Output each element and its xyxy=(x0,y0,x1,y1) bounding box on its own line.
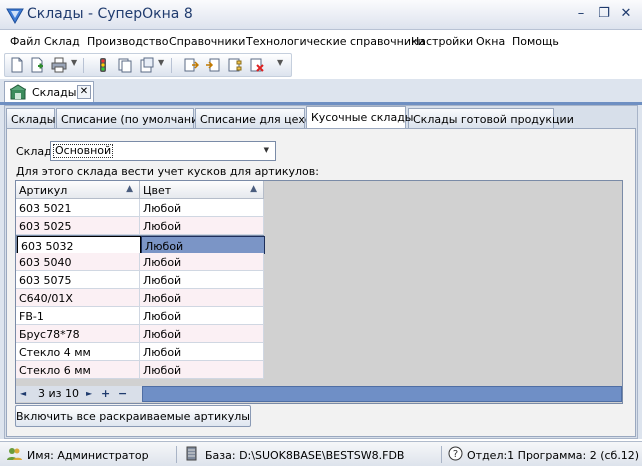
grid-navigator: ◄ 3 из 10 ► + − xyxy=(16,386,142,402)
cell-color[interactable]: Любой xyxy=(140,289,264,307)
table-row[interactable]: Стекло 4 мм Любой xyxy=(16,343,264,361)
new-document-add-icon[interactable] xyxy=(29,57,45,73)
close-window-button[interactable]: ✕ xyxy=(619,7,633,20)
svg-text:?: ? xyxy=(453,449,458,460)
prev-record-icon[interactable]: ◄ xyxy=(20,389,26,398)
tab-piece-warehouses[interactable]: Кусочные склады xyxy=(306,106,414,128)
column-header-color[interactable]: Цвет ▲ xyxy=(140,181,264,199)
table-row[interactable]: С640/01Х Любой xyxy=(16,289,264,307)
cell-color[interactable]: Любой xyxy=(140,217,264,235)
include-all-articles-button[interactable]: Включить все раскраиваемые артикулы xyxy=(15,405,251,427)
document-tab-warehouses[interactable]: Склады ✕ xyxy=(4,81,94,102)
cell-article[interactable]: 603 5040 xyxy=(16,253,140,271)
copy-icon[interactable] xyxy=(117,57,133,73)
cell-article[interactable]: Брус78*78 xyxy=(16,325,140,343)
record-position: 3 из 10 xyxy=(38,387,79,400)
articles-grid: Артикул ▲ Цвет ▲ 603 5021 Любой 603 5025 Лю… xyxy=(15,180,623,404)
cell-article[interactable]: 603 5025 xyxy=(16,217,140,235)
document-tree-icon[interactable] xyxy=(227,57,243,73)
table-row[interactable]: 603 5075 Любой xyxy=(16,271,264,289)
cell-color[interactable]: Любой xyxy=(140,343,264,361)
sort-asc-icon: ▲ xyxy=(126,184,133,194)
column-header-article[interactable]: Артикул ▲ xyxy=(16,181,140,199)
articles-note: Для этого склада вести учет кусков для а… xyxy=(16,165,319,178)
menu-warehouse[interactable]: Склад xyxy=(44,35,80,48)
cell-color[interactable]: Любой xyxy=(140,361,264,379)
table-row[interactable]: Стекло 6 мм Любой xyxy=(16,361,264,379)
cell-color[interactable]: Любой xyxy=(140,307,264,325)
menu-help[interactable]: Помощь xyxy=(512,35,559,48)
status-user: Имя: Администратор xyxy=(27,449,149,462)
warehouse-label: Склад xyxy=(16,145,52,158)
cell-article[interactable]: Стекло 4 мм xyxy=(16,343,140,361)
menu-tech-references[interactable]: Технологические справочники xyxy=(246,35,425,48)
warehouse-select[interactable]: Основной ▼ xyxy=(50,141,276,161)
sort-asc-icon: ▲ xyxy=(250,184,257,194)
remove-record-icon[interactable]: − xyxy=(118,387,127,400)
database-icon xyxy=(186,446,197,461)
status-bar: Имя: Администратор База: D:\SUOK8BASE\BE… xyxy=(0,441,642,466)
status-database: База: D:\SUOK8BASE\BESTSW8.FDB xyxy=(205,449,405,462)
cell-color[interactable]: Любой xyxy=(140,199,264,217)
table-row[interactable]: FB-1 Любой xyxy=(16,307,264,325)
app-logo-icon xyxy=(6,8,24,25)
column-header-label: Цвет xyxy=(143,184,172,197)
menu-bar: Файл Склад Производство Справочники Техн… xyxy=(0,31,642,53)
document-export-icon[interactable] xyxy=(183,57,200,73)
print-dropdown-icon[interactable]: ▼ xyxy=(71,58,77,67)
print-icon[interactable] xyxy=(51,57,67,73)
restore-button[interactable]: ❐ xyxy=(597,7,611,20)
tab-writeoff-default[interactable]: Списание (по умолчанию) xyxy=(56,108,212,128)
cell-article[interactable]: 603 5021 xyxy=(16,199,140,217)
document-tab-label: Склады xyxy=(32,86,77,99)
cell-color[interactable]: Любой xyxy=(140,253,264,271)
cell-article[interactable]: С640/01Х xyxy=(16,289,140,307)
warehouse-select-value: Основной xyxy=(53,144,114,158)
document-delete-icon[interactable] xyxy=(249,57,265,73)
pages-dropdown-icon[interactable]: ▼ xyxy=(158,58,164,67)
cell-article[interactable]: 603 5075 xyxy=(16,271,140,289)
toolbar-overflow-icon[interactable]: ▼ xyxy=(277,58,283,67)
column-header-label: Артикул xyxy=(19,184,68,197)
tab-finished-goods-warehouses[interactable]: Склады готовой продукции xyxy=(408,108,574,128)
traffic-light-icon[interactable] xyxy=(95,57,111,73)
add-record-icon[interactable]: + xyxy=(101,387,110,400)
menu-windows[interactable]: Окна xyxy=(476,35,505,48)
table-row[interactable]: 603 5021 Любой xyxy=(16,199,264,217)
menu-production[interactable]: Производство xyxy=(87,35,168,48)
status-info: Отдел:1 Программа: 2 (сб.12) xyxy=(467,449,640,462)
table-row[interactable]: 603 5025 Любой xyxy=(16,217,264,235)
next-record-icon[interactable]: ► xyxy=(86,389,92,398)
toolbar: ▼ ▼ ▼ xyxy=(4,53,292,77)
tab-warehouses[interactable]: Склады xyxy=(6,108,55,128)
menu-settings[interactable]: Настройки xyxy=(411,35,473,48)
help-icon: ? xyxy=(448,446,463,461)
cell-article[interactable]: FB-1 xyxy=(16,307,140,325)
pages-icon[interactable] xyxy=(139,57,155,73)
menu-references[interactable]: Справочники xyxy=(169,35,245,48)
table-row[interactable]: Брус78*78 Любой xyxy=(16,325,264,343)
cell-article[interactable]: 603 5032 xyxy=(17,236,141,254)
table-row[interactable]: 603 5032 Любой xyxy=(16,235,265,254)
close-tab-icon[interactable]: ✕ xyxy=(77,85,91,99)
tab-writeoff-workshops[interactable]: Списание для цехов xyxy=(195,108,318,128)
horizontal-scrollbar[interactable] xyxy=(142,386,622,402)
minimize-button[interactable]: – xyxy=(574,7,588,20)
cell-color[interactable]: Любой xyxy=(140,271,264,289)
cell-article[interactable]: Стекло 6 мм xyxy=(16,361,140,379)
document-import-icon[interactable] xyxy=(205,57,221,73)
warehouse-icon xyxy=(10,84,26,100)
cell-color[interactable]: Любой xyxy=(141,236,265,254)
window-title: Склады - СуперОкна 8 xyxy=(27,6,193,22)
chevron-down-icon[interactable]: ▼ xyxy=(264,146,269,154)
menu-file[interactable]: Файл xyxy=(10,35,40,48)
cell-color[interactable]: Любой xyxy=(140,325,264,343)
users-icon xyxy=(7,448,22,460)
new-document-icon[interactable] xyxy=(9,57,25,73)
table-row[interactable]: 603 5040 Любой xyxy=(16,253,264,271)
